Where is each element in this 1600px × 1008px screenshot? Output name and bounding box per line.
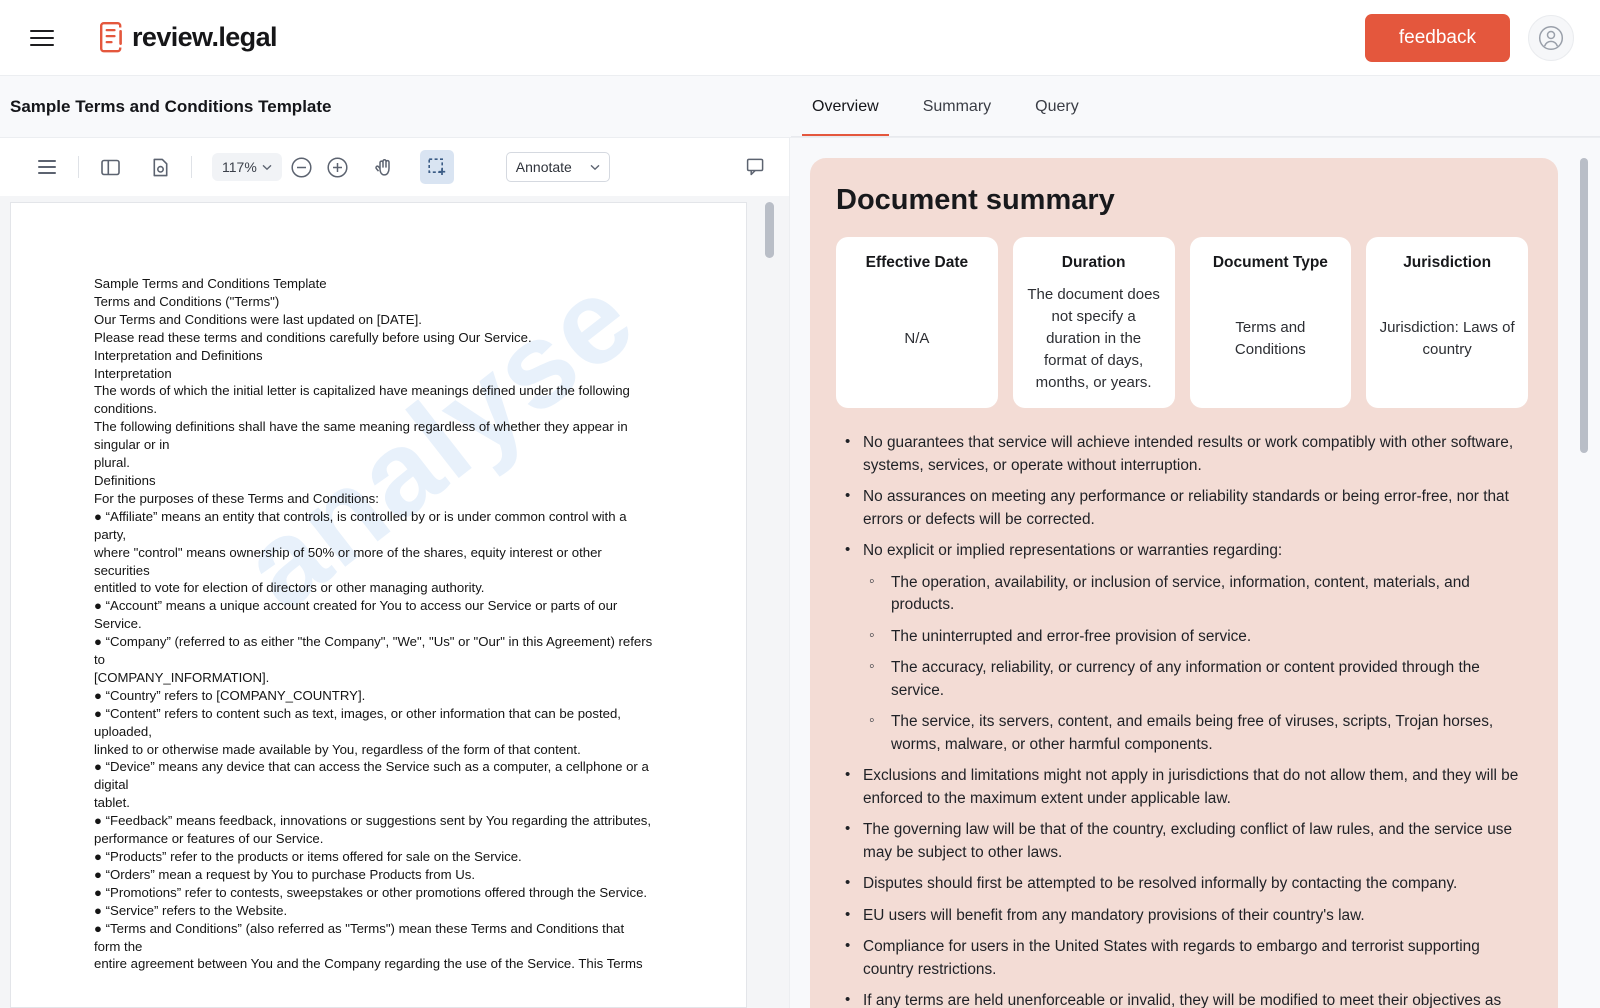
bullet-root: No guarantees that service will achieve … <box>836 431 1528 1008</box>
tab-summary[interactable]: Summary <box>901 76 1013 137</box>
pdf-scrollbar[interactable] <box>765 202 774 460</box>
fact-card-effective-date: Effective Date N/A <box>836 237 998 408</box>
summary-fact-cards: Effective Date N/A Duration The document… <box>836 237 1528 408</box>
pdf-page: analyse Sample Terms and Conditions Temp… <box>10 202 747 1008</box>
pdf-viewer-pane: 117% Annotate analyse Sample Terms and C… <box>0 138 790 1008</box>
fact-value: The document does not specify a duration… <box>1027 286 1160 391</box>
sub-list-item: The uninterrupted and error-free provisi… <box>863 625 1528 649</box>
toolbar-right-actions <box>737 150 771 184</box>
fact-card-duration: Duration The document does not specify a… <box>1012 237 1175 408</box>
brand-logo[interactable]: review.legal <box>100 22 277 53</box>
sidebar-panel-icon[interactable] <box>93 150 127 184</box>
feedback-button[interactable]: feedback <box>1364 13 1510 62</box>
list-item: No guarantees that service will achieve … <box>836 431 1528 477</box>
fact-card-jurisdiction: Jurisdiction Jurisdiction: Laws of count… <box>1366 237 1528 408</box>
document-logo-icon <box>100 22 125 53</box>
sub-list: The operation, availability, or inclusio… <box>863 571 1528 757</box>
list-item-text: EU users will benefit from any mandatory… <box>863 906 1365 924</box>
list-item-text: Disputes should first be attempted to be… <box>863 875 1458 892</box>
hamburger-menu-icon[interactable] <box>20 16 64 60</box>
list-item-text: No guarantees that service will achieve … <box>863 434 1514 474</box>
top-header-bar: review.legal feedback <box>0 0 1600 76</box>
fact-value: Terms and Conditions <box>1234 319 1306 358</box>
document-subheader: Sample Terms and Conditions Template Ove… <box>0 76 1600 138</box>
fact-card-document-type: Document Type Terms and Conditions <box>1189 237 1352 408</box>
summary-scrollbar[interactable] <box>1580 158 1588 1008</box>
chevron-down-icon <box>262 164 272 170</box>
chevron-down-icon <box>590 164 600 170</box>
list-item: Exclusions and limitations might not app… <box>836 764 1528 810</box>
sub-list-item: The accuracy, reliability, or currency o… <box>863 656 1528 702</box>
tabs-divider <box>791 136 1600 137</box>
pdf-toolbar: 117% Annotate <box>0 138 789 196</box>
tab-overview[interactable]: Overview <box>790 76 901 137</box>
hand-pan-icon[interactable] <box>368 150 402 184</box>
brand-name: review.legal <box>132 22 277 52</box>
pdf-body-paragraph: Sample Terms and Conditions Template Ter… <box>94 276 653 972</box>
fact-label: Duration <box>1061 254 1126 271</box>
list-item: Disputes should first be attempted to be… <box>836 872 1528 896</box>
panel-tabs: Overview Summary Query <box>790 76 1101 137</box>
main-content: 117% Annotate analyse Sample Terms and C… <box>0 138 1600 1008</box>
list-item: EU users will benefit from any mandatory… <box>836 904 1528 928</box>
fact-value: N/A <box>904 330 930 347</box>
sub-list-item: The operation, availability, or inclusio… <box>863 571 1528 617</box>
list-item-text: The governing law will be that of the co… <box>863 821 1513 861</box>
list-item-text: No explicit or implied representations o… <box>863 542 1283 559</box>
list-item-text: No assurances on meeting any performance… <box>863 488 1509 528</box>
summary-pane: Document summary Effective Date N/A Dura… <box>790 138 1600 1008</box>
list-item: Compliance for users in the United State… <box>836 935 1528 981</box>
user-account-icon[interactable] <box>1528 14 1574 61</box>
pdf-scrollbar-thumb[interactable] <box>765 202 774 258</box>
top-header-actions: feedback <box>1364 13 1574 62</box>
sub-list-item: The service, its servers, content, and e… <box>863 710 1528 756</box>
fact-label: Document Type <box>1212 254 1328 271</box>
zoom-level-value: 117% <box>222 159 257 175</box>
zoom-level-select[interactable]: 117% <box>212 153 282 181</box>
annotate-label: Annotate <box>515 159 572 175</box>
list-item: The governing law will be that of the co… <box>836 818 1528 864</box>
fact-value: Jurisdiction: Laws of country <box>1379 319 1515 358</box>
list-item: No assurances on meeting any performance… <box>836 485 1528 531</box>
page-title: Sample Terms and Conditions Template <box>10 96 332 116</box>
fact-label: Effective Date <box>865 254 969 271</box>
list-item: No explicit or implied representations o… <box>836 539 1528 757</box>
list-item-text: Compliance for users in the United State… <box>863 938 1480 978</box>
list-item-text: If any terms are held unenforceable or i… <box>863 992 1502 1008</box>
fact-label: Jurisdiction <box>1403 254 1492 271</box>
list-item: If any terms are held unenforceable or i… <box>836 989 1528 1008</box>
summary-scrollbar-thumb[interactable] <box>1580 158 1588 453</box>
tab-query[interactable]: Query <box>1013 76 1101 137</box>
list-item-text: Exclusions and limitations might not app… <box>863 767 1519 807</box>
annotate-dropdown[interactable]: Annotate <box>505 152 610 182</box>
pdf-menu-icon[interactable] <box>30 150 64 184</box>
pdf-viewport[interactable]: analyse Sample Terms and Conditions Temp… <box>0 196 789 1008</box>
toolbar-divider <box>78 156 79 178</box>
document-summary-card: Document summary Effective Date N/A Dura… <box>810 158 1558 1008</box>
comment-bubble-icon[interactable] <box>737 150 771 184</box>
pdf-body-text: Sample Terms and Conditions Template Ter… <box>11 203 746 973</box>
area-select-icon[interactable] <box>419 150 454 184</box>
summary-heading: Document summary <box>836 184 1115 216</box>
zoom-in-icon[interactable] <box>322 151 354 183</box>
summary-bullet-list: No guarantees that service will achieve … <box>836 431 1528 1008</box>
zoom-out-icon[interactable] <box>286 151 318 183</box>
document-settings-icon[interactable] <box>143 150 177 184</box>
toolbar-divider-2 <box>191 156 192 178</box>
